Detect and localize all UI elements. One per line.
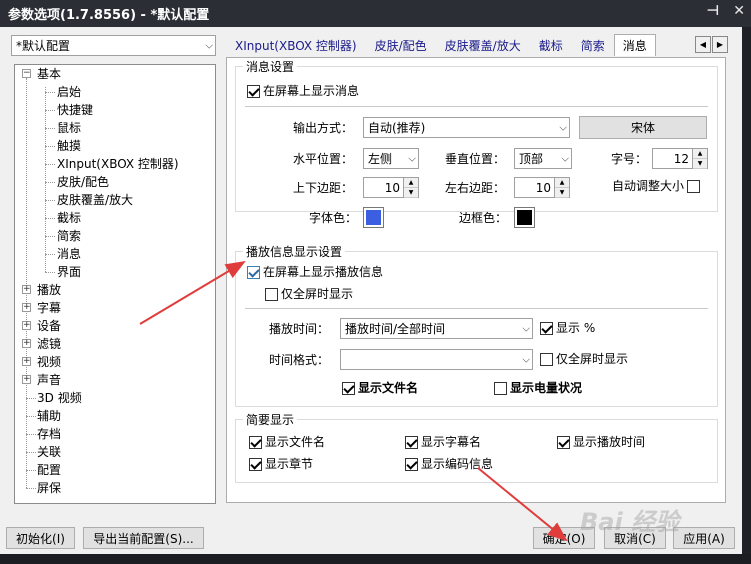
brief-playtime-checkbox[interactable]: 显示播放时间 — [557, 435, 645, 449]
brief-display-title: 简要显示 — [243, 413, 298, 427]
watermark-logo: Bai 经验 — [580, 508, 680, 536]
profile-select[interactable]: *默认配置 ⌵ — [11, 35, 216, 56]
tree-item-basic-8[interactable]: 简索 — [57, 227, 81, 245]
font-button[interactable]: 宋体 — [579, 116, 707, 139]
tree-item-basic-2[interactable]: 鼠标 — [57, 119, 81, 137]
chevron-down-icon: ⌵ — [205, 40, 213, 51]
profile-select-value: *默认配置 — [16, 39, 71, 53]
window-title: 参数选项(1.7.8556) - *默认配置 — [8, 8, 210, 23]
expand-icon[interactable]: + — [22, 339, 31, 348]
tree-item-other-4[interactable]: 视频 — [37, 353, 61, 371]
tree-item-plain-5[interactable]: 屏保 — [37, 479, 61, 497]
background-strip — [742, 27, 751, 564]
window-titlebar: 参数选项(1.7.8556) - *默认配置 ⊣ ✕ — [0, 0, 751, 27]
play-info-title: 播放信息显示设置 — [243, 245, 346, 259]
tree-item-basic-5[interactable]: 皮肤/配色 — [57, 173, 109, 191]
tree-item-plain-4[interactable]: 配置 — [37, 461, 61, 479]
tree-item-plain-2[interactable]: 存档 — [37, 425, 61, 443]
tree-item-other-2[interactable]: 设备 — [37, 317, 61, 335]
tab-1[interactable]: 皮肤/配色 — [366, 34, 436, 56]
tree-item-basic-9[interactable]: 消息 — [57, 245, 81, 263]
expand-icon[interactable]: + — [22, 357, 31, 366]
message-settings-title: 消息设置 — [243, 60, 298, 74]
tree-item-basic-4[interactable]: XInput(XBOX 控制器) — [57, 155, 179, 173]
tab-3[interactable]: 截标 — [530, 34, 572, 56]
tab-2[interactable]: 皮肤覆盖/放大 — [436, 34, 530, 56]
font-color-label: 字体色： — [309, 211, 358, 225]
tab-bar: XInput(XBOX 控制器) 皮肤/配色 皮肤覆盖/放大 截标 简索 消息 — [226, 34, 656, 56]
tree-item-plain-0[interactable]: 3D 视频 — [37, 389, 82, 407]
init-button[interactable]: 初始化(I) — [6, 527, 75, 549]
tree-item-plain-1[interactable]: 辅助 — [37, 407, 61, 425]
show-play-info-checkbox[interactable]: 在屏幕上显示播放信息 — [247, 265, 383, 279]
expand-icon[interactable]: + — [22, 321, 31, 330]
tree-item-other-0[interactable]: 播放 — [37, 281, 61, 299]
tree-item-basic-6[interactable]: 皮肤覆盖/放大 — [57, 191, 133, 209]
tb-margin-label: 上下边距： — [293, 181, 354, 195]
tree-item-basic-3[interactable]: 触摸 — [57, 137, 81, 155]
font-size-label: 字号： — [611, 152, 648, 166]
lr-margin-label: 左右边距： — [445, 181, 506, 195]
vpos-label: 垂直位置： — [445, 152, 506, 166]
tree-item-other-5[interactable]: 声音 — [37, 371, 61, 389]
tree-item-basic-0[interactable]: 启始 — [57, 83, 81, 101]
expand-icon[interactable]: + — [22, 375, 31, 384]
settings-tree[interactable]: − 基本 启始 快捷键 鼠标 触摸 XInput(XBOX 控制器) 皮肤/配色 皮肤覆盖/… — [14, 64, 216, 504]
hpos-select[interactable]: 左侧 ⌵ — [363, 148, 419, 169]
border-color-label: 边框色： — [459, 211, 508, 225]
tab-5[interactable]: 消息 — [613, 34, 656, 56]
autosize-checkbox[interactable]: 自动调整大小 — [612, 179, 701, 193]
format-fullscreen-only-checkbox[interactable]: 仅全屏时显示 — [540, 352, 628, 366]
font-size-spinner[interactable]: 12 ▲ ▼ — [652, 148, 708, 169]
brief-filename-checkbox[interactable]: 显示文件名 — [249, 435, 325, 449]
output-mode-select[interactable]: 自动(推荐) ⌵ — [363, 117, 570, 138]
hpos-label: 水平位置： — [293, 152, 354, 166]
background-strip-bottom — [0, 554, 751, 564]
play-time-label: 播放时间： — [269, 322, 330, 336]
tab-4[interactable]: 简索 — [572, 34, 614, 56]
tree-item-basic-1[interactable]: 快捷键 — [57, 101, 93, 119]
time-format-label: 时间格式： — [269, 353, 330, 367]
tab-page-messages: 消息设置 在屏幕上显示消息 输出方式： 自动(推荐) ⌵ 宋体 水平位置： 左侧 ⌵… — [226, 57, 726, 503]
pin-icon[interactable]: ⊣ — [706, 3, 719, 19]
brief-chapter-checkbox[interactable]: 显示章节 — [249, 457, 313, 471]
brief-display-group — [235, 419, 718, 483]
tree-item-plain-3[interactable]: 关联 — [37, 443, 61, 461]
tree-item-basic-10[interactable]: 界面 — [57, 263, 81, 281]
show-filename-checkbox[interactable]: 显示文件名 — [342, 381, 418, 395]
brief-codec-checkbox[interactable]: 显示编码信息 — [405, 457, 493, 471]
tree-item-other-1[interactable]: 字幕 — [37, 299, 61, 317]
show-battery-checkbox[interactable]: 显示电量状况 — [494, 381, 582, 395]
font-color-swatch[interactable] — [363, 207, 384, 228]
output-mode-label: 输出方式： — [293, 121, 354, 135]
tree-item-basic[interactable]: 基本 — [37, 65, 61, 83]
tab-scroll-left-icon[interactable]: ◀ — [695, 36, 711, 53]
expand-icon[interactable]: + — [22, 285, 31, 294]
apply-button[interactable]: 应用(A) — [673, 527, 735, 549]
play-time-select[interactable]: 播放时间/全部时间 ⌵ — [340, 318, 533, 339]
vpos-select[interactable]: 顶部 ⌵ — [514, 148, 572, 169]
tb-margin-spinner[interactable]: 10 ▲ ▼ — [363, 177, 419, 198]
show-message-checkbox[interactable]: 在屏幕上显示消息 — [247, 84, 359, 98]
expand-icon[interactable]: + — [22, 303, 31, 312]
border-color-swatch[interactable] — [514, 207, 535, 228]
tree-item-basic-7[interactable]: 截标 — [57, 209, 81, 227]
fullscreen-only-checkbox[interactable]: 仅全屏时显示 — [265, 287, 353, 301]
export-config-button[interactable]: 导出当前配置(S)... — [83, 527, 204, 549]
collapse-icon[interactable]: − — [22, 69, 31, 78]
lr-margin-spinner[interactable]: 10 ▲ ▼ — [514, 177, 570, 198]
brief-subtitle-checkbox[interactable]: 显示字幕名 — [405, 435, 481, 449]
tab-0[interactable]: XInput(XBOX 控制器) — [226, 34, 366, 56]
close-icon[interactable]: ✕ — [733, 3, 745, 19]
time-format-select[interactable]: ⌵ — [340, 349, 533, 370]
tree-item-other-3[interactable]: 滤镜 — [37, 335, 61, 353]
show-percent-checkbox[interactable]: 显示 % — [540, 321, 595, 335]
tab-scroll-right-icon[interactable]: ▶ — [712, 36, 728, 53]
